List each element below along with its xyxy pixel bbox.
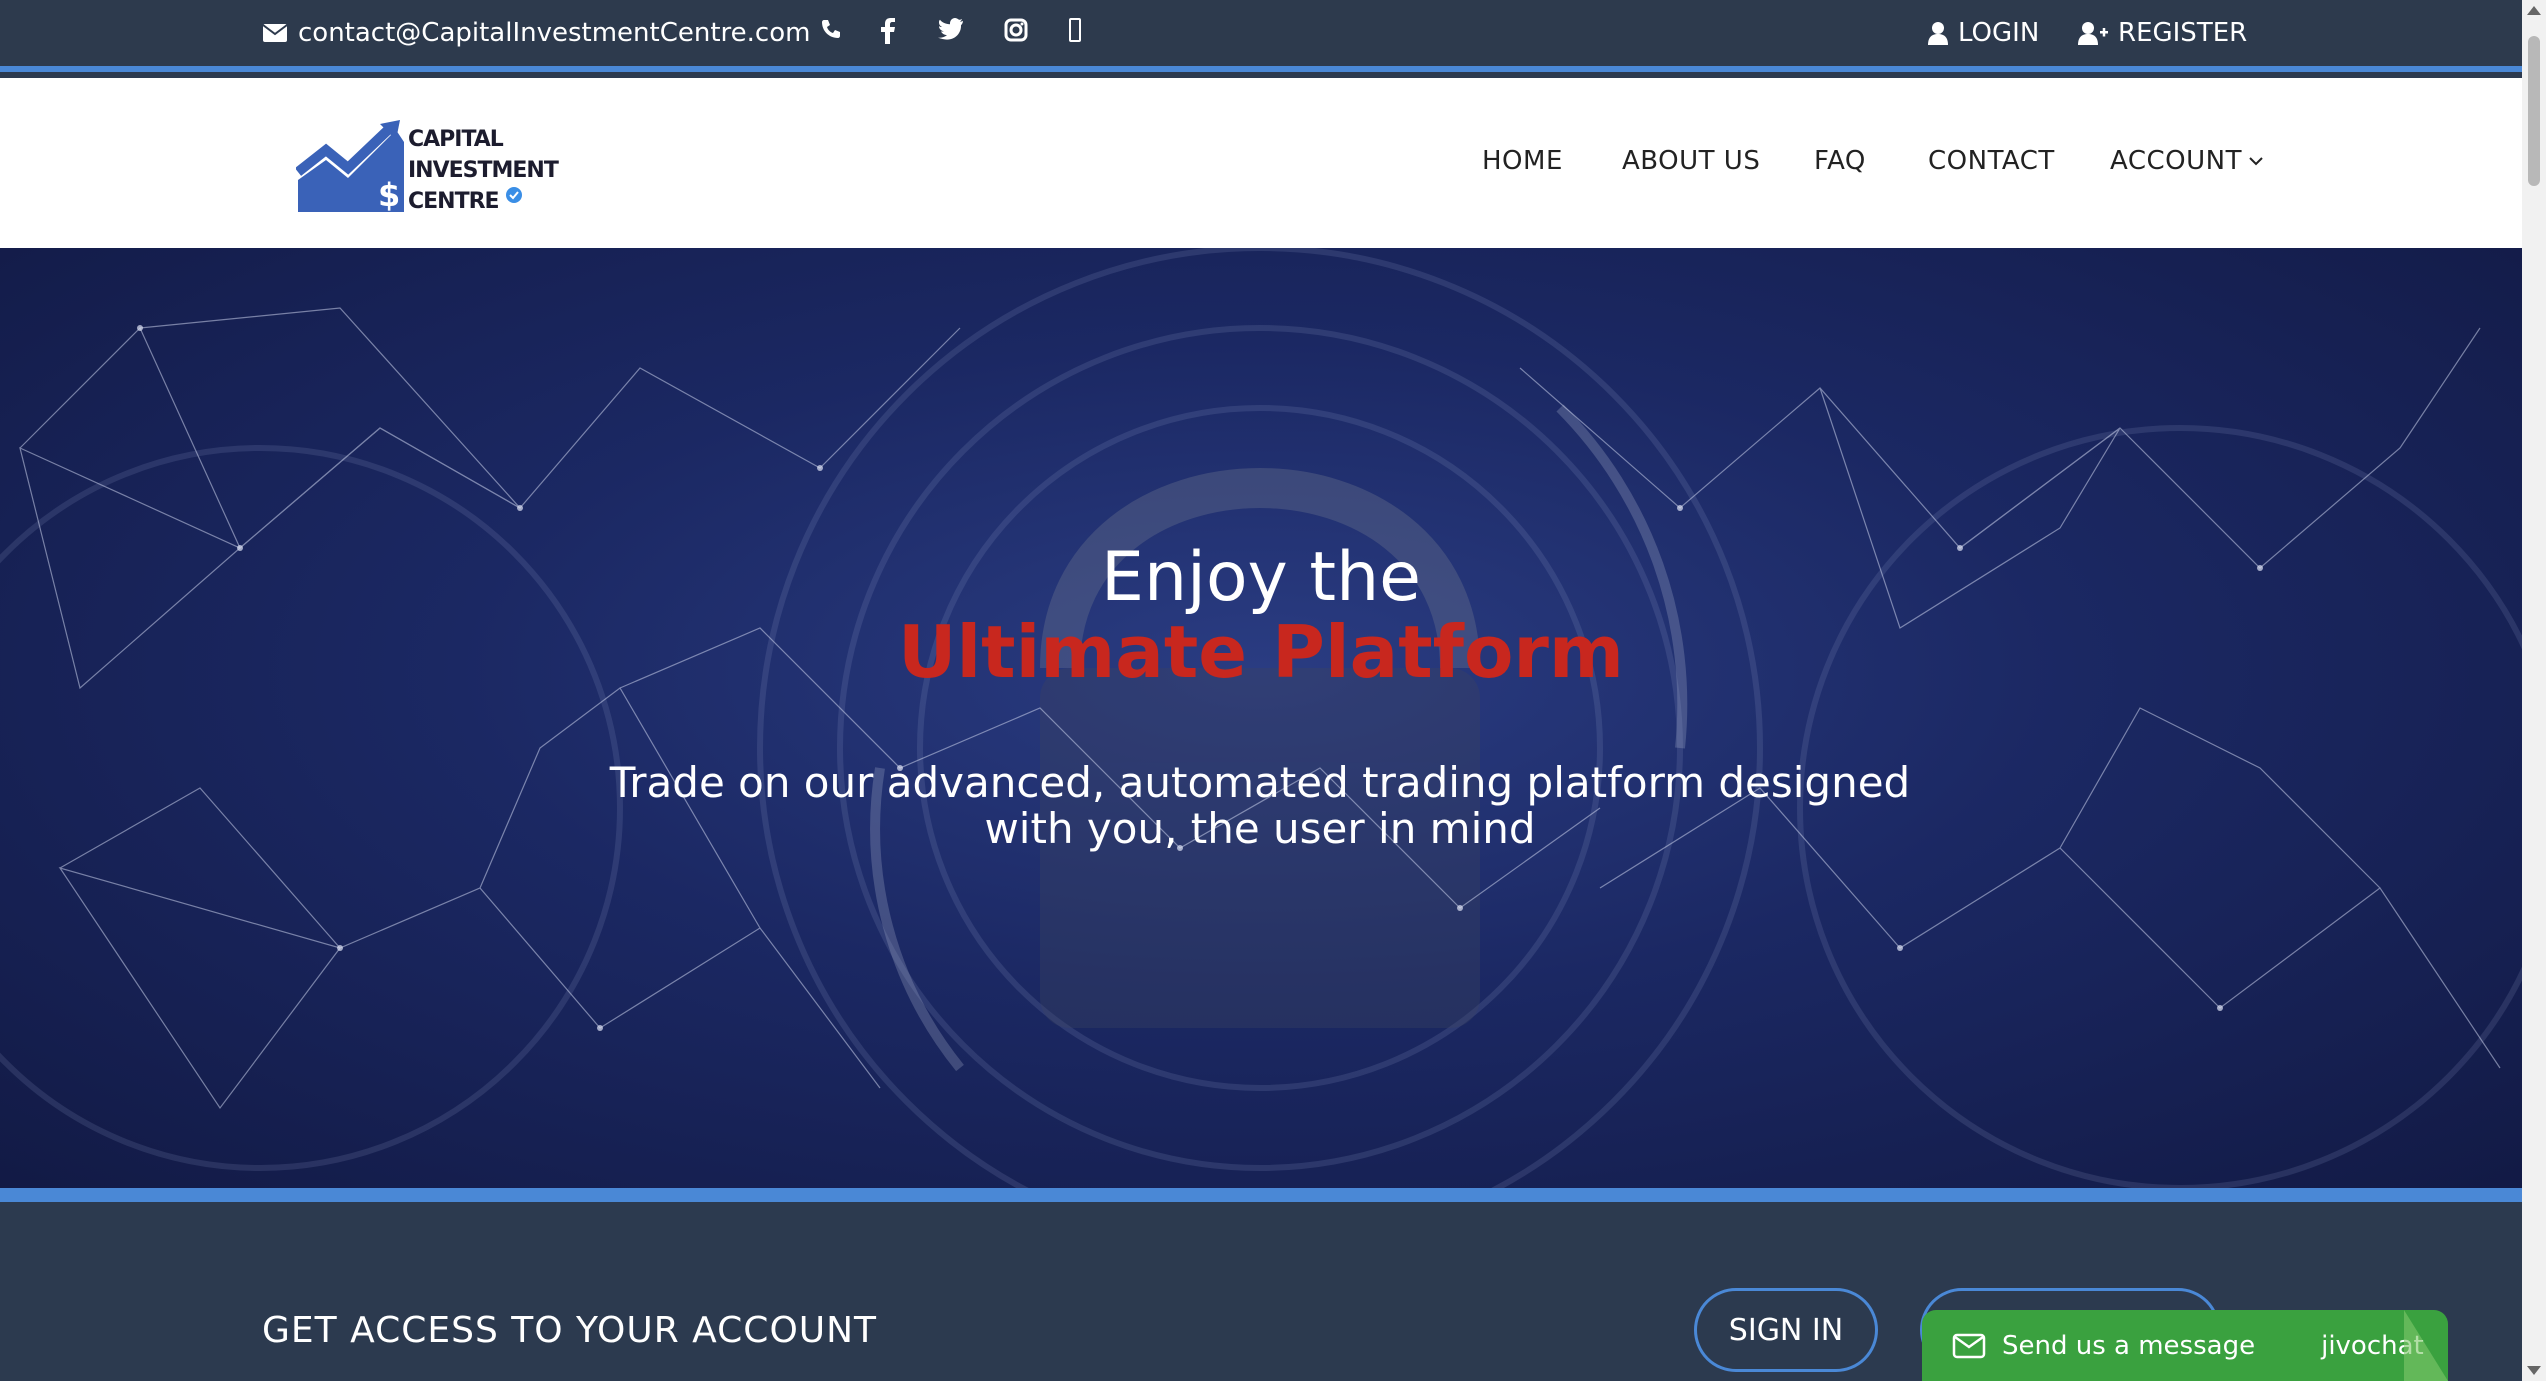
logo-chart-icon: $ [294, 120, 404, 214]
nav-about-us[interactable]: ABOUT US [1622, 146, 1760, 176]
hero-banner: Enjoy the Ultimate Platform Trade on our… [0, 248, 2522, 1188]
twitter-icon [938, 18, 964, 40]
login-label: LOGIN [1958, 18, 2040, 48]
nav-account[interactable]: ACCOUNT [2110, 146, 2264, 176]
hero-subtitle-line2: with you, the user in mind [984, 804, 1536, 853]
logo-line1: CAPITAL [408, 127, 504, 152]
facebook-icon [880, 18, 896, 44]
logo-line2: INVESTMENT [408, 158, 559, 183]
facebook-link[interactable] [880, 18, 896, 44]
scrollbar-track[interactable] [2522, 0, 2546, 1381]
scroll-down-arrow-icon[interactable] [2527, 1366, 2541, 1375]
register-label: REGISTER [2118, 18, 2248, 48]
envelope-icon [262, 23, 288, 43]
sign-in-button[interactable]: SIGN IN [1694, 1288, 1878, 1372]
nav-faq[interactable]: FAQ [1814, 146, 1866, 176]
email-text: contact@CapitalInvestmentCentre.com [298, 18, 811, 48]
hero-network-background [0, 248, 2522, 1188]
twitter-link[interactable] [938, 18, 964, 40]
scrollbar-thumb[interactable] [2528, 36, 2540, 186]
phone-link[interactable] [820, 18, 842, 40]
email-link[interactable]: contact@CapitalInvestmentCentre.com [262, 18, 810, 48]
envelope-outline-icon [1952, 1333, 1986, 1359]
logo[interactable]: $ CAPITAL INVESTMENT CENTRE [294, 120, 559, 220]
access-title: GET ACCESS TO YOUR ACCOUNT [262, 1310, 878, 1351]
register-link[interactable]: REGISTER [2078, 18, 2247, 48]
login-link[interactable]: LOGIN [1928, 18, 2039, 48]
user-plus-icon [2078, 21, 2108, 45]
verified-badge-icon [506, 187, 523, 203]
phone-icon [820, 18, 842, 40]
chat-widget[interactable]: Send us a message jivochat [1922, 1310, 2448, 1381]
mobile-link[interactable] [1068, 18, 1082, 42]
user-icon [1928, 21, 1948, 45]
chevron-down-icon [2249, 157, 2263, 166]
hero-subtitle: Trade on our advanced, automated trading… [560, 760, 1960, 852]
instagram-icon [1004, 18, 1028, 42]
svg-text:$: $ [378, 176, 400, 214]
hero-title-line2: Ultimate Platform [898, 610, 1624, 694]
hero-title-line1: Enjoy the [1100, 538, 1421, 617]
hero-subtitle-line1: Trade on our advanced, automated trading… [609, 758, 1911, 807]
top-bar: contact@CapitalInvestmentCentre.com LOGI… [0, 0, 2522, 72]
mobile-icon [1068, 18, 1082, 42]
nav-contact[interactable]: CONTACT [1928, 146, 2055, 176]
chat-fold-corner [2404, 1310, 2448, 1381]
nav-home[interactable]: HOME [1482, 146, 1563, 176]
instagram-link[interactable] [1004, 18, 1028, 42]
chat-label: Send us a message [2002, 1330, 2256, 1361]
site-header: $ CAPITAL INVESTMENT CENTRE HOME ABOUT U… [0, 78, 2522, 248]
logo-text: CAPITAL INVESTMENT CENTRE [408, 124, 559, 217]
logo-line3: CENTRE [408, 186, 558, 217]
nav-account-label: ACCOUNT [2110, 146, 2242, 176]
hero-divider [0, 1188, 2522, 1202]
scroll-up-arrow-icon[interactable] [2527, 6, 2541, 15]
